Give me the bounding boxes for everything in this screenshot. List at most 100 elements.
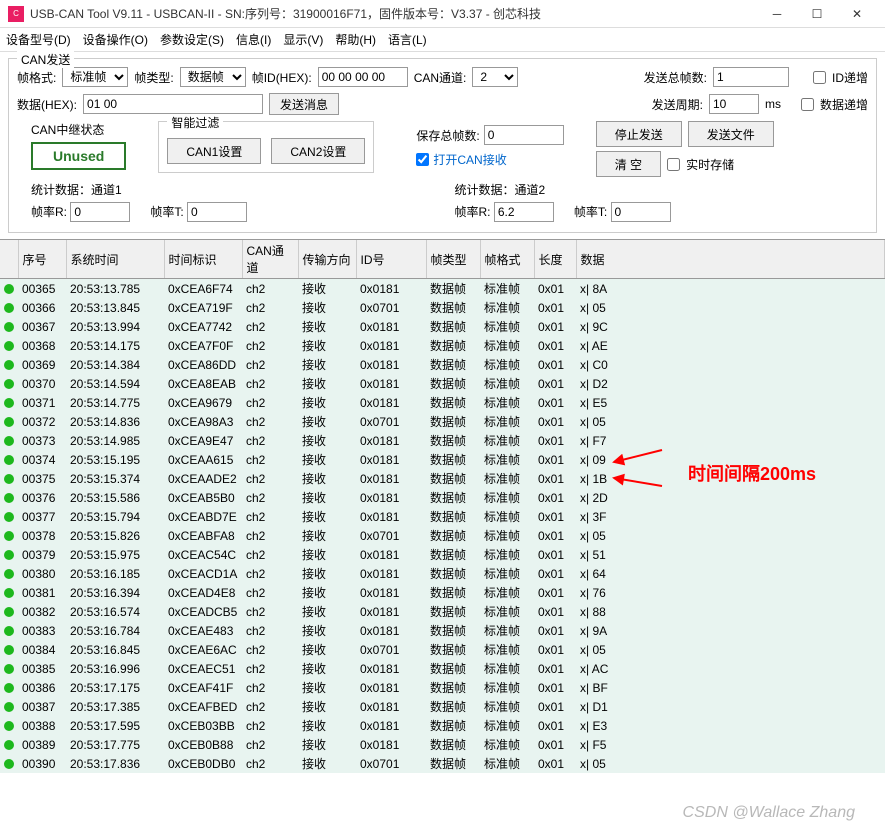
- cell-time: 20:53:14.175: [66, 336, 164, 355]
- table-row[interactable]: 0036720:53:13.9940xCEA7742ch2接收0x0181数据帧…: [0, 317, 885, 336]
- table-row[interactable]: 0038420:53:16.8450xCEAE6ACch2接收0x0701数据帧…: [0, 640, 885, 659]
- table-row[interactable]: 0038220:53:16.5740xCEADCB5ch2接收0x0181数据帧…: [0, 602, 885, 621]
- col-data[interactable]: 数据: [576, 240, 885, 279]
- cell-ffmt: 标准帧: [480, 374, 534, 393]
- col-frametype[interactable]: 帧类型: [426, 240, 480, 279]
- can2-settings-button[interactable]: CAN2设置: [271, 138, 365, 164]
- stop-send-button[interactable]: 停止发送: [596, 121, 682, 147]
- cell-ffmt: 标准帧: [480, 526, 534, 545]
- table-header[interactable]: 序号 系统时间 时间标识 CAN通道 传输方向 ID号 帧类型 帧格式 长度 数…: [0, 240, 885, 279]
- table-row[interactable]: 0038820:53:17.5950xCEB03BBch2接收0x0181数据帧…: [0, 716, 885, 735]
- menu-language[interactable]: 语言(L): [388, 31, 427, 48]
- menu-display[interactable]: 显示(V): [283, 31, 323, 48]
- send-message-button[interactable]: 发送消息: [269, 93, 339, 115]
- col-seq[interactable]: 序号: [18, 240, 66, 279]
- menu-help[interactable]: 帮助(H): [335, 31, 376, 48]
- table-row[interactable]: 0036920:53:14.3840xCEA86DDch2接收0x0181数据帧…: [0, 355, 885, 374]
- cell-dir: 接收: [298, 279, 356, 299]
- status-dot-icon: [4, 664, 14, 674]
- table-row[interactable]: 0036820:53:14.1750xCEA7F0Fch2接收0x0181数据帧…: [0, 336, 885, 355]
- table-row[interactable]: 0036620:53:13.8450xCEA719Fch2接收0x0701数据帧…: [0, 298, 885, 317]
- cell-seq: 00385: [18, 659, 66, 678]
- status-dot-icon: [4, 721, 14, 731]
- open-can-recv-checkbox[interactable]: [416, 153, 429, 166]
- can-send-legend: CAN发送: [17, 51, 74, 68]
- minimize-button[interactable]: ─: [757, 0, 797, 28]
- table-row[interactable]: 0038720:53:17.3850xCEAFBEDch2接收0x0181数据帧…: [0, 697, 885, 716]
- id-increment-checkbox[interactable]: [813, 71, 826, 84]
- realtime-save-checkbox[interactable]: [667, 158, 680, 171]
- col-direction[interactable]: 传输方向: [298, 240, 356, 279]
- cell-len: 0x01: [534, 526, 576, 545]
- cell-ftype: 数据帧: [426, 317, 480, 336]
- table-row[interactable]: 0037220:53:14.8360xCEA98A3ch2接收0x0701数据帧…: [0, 412, 885, 431]
- cell-ts: 0xCEAE6AC: [164, 640, 242, 659]
- col-timestamp[interactable]: 时间标识: [164, 240, 242, 279]
- cell-ts: 0xCEB0B88: [164, 735, 242, 754]
- table-row[interactable]: 0037720:53:15.7940xCEABD7Ech2接收0x0181数据帧…: [0, 507, 885, 526]
- table-row[interactable]: 0038520:53:16.9960xCEAEC51ch2接收0x0181数据帧…: [0, 659, 885, 678]
- table-row[interactable]: 0037120:53:14.7750xCEA9679ch2接收0x0181数据帧…: [0, 393, 885, 412]
- table-row[interactable]: 0037820:53:15.8260xCEABFA8ch2接收0x0701数据帧…: [0, 526, 885, 545]
- status-dot-icon: [4, 645, 14, 655]
- ch2-rate-r-label: 帧率R:: [455, 205, 491, 219]
- maximize-button[interactable]: ☐: [797, 0, 837, 28]
- cell-ch: ch2: [242, 393, 298, 412]
- status-dot-icon: [4, 512, 14, 522]
- table-row[interactable]: 0037620:53:15.5860xCEAB5B0ch2接收0x0181数据帧…: [0, 488, 885, 507]
- table-row[interactable]: 0038120:53:16.3940xCEAD4E8ch2接收0x0181数据帧…: [0, 583, 885, 602]
- menu-info[interactable]: 信息(I): [236, 31, 271, 48]
- channel-select[interactable]: 2: [472, 67, 518, 87]
- cell-ch: ch2: [242, 678, 298, 697]
- cell-len: 0x01: [534, 659, 576, 678]
- menu-params[interactable]: 参数设定(S): [160, 31, 224, 48]
- data-hex-input[interactable]: [83, 94, 263, 114]
- table-row[interactable]: 0038620:53:17.1750xCEAF41Fch2接收0x0181数据帧…: [0, 678, 885, 697]
- table-row[interactable]: 0037320:53:14.9850xCEA9E47ch2接收0x0181数据帧…: [0, 431, 885, 450]
- table-row[interactable]: 0038920:53:17.7750xCEB0B88ch2接收0x0181数据帧…: [0, 735, 885, 754]
- send-total-input[interactable]: [713, 67, 789, 87]
- table-row[interactable]: 0037920:53:15.9750xCEAC54Cch2接收0x0181数据帧…: [0, 545, 885, 564]
- cell-ts: 0xCEABFA8: [164, 526, 242, 545]
- cell-id: 0x0701: [356, 640, 426, 659]
- send-file-button[interactable]: 发送文件: [688, 121, 774, 147]
- menubar: 设备型号(D) 设备操作(O) 参数设定(S) 信息(I) 显示(V) 帮助(H…: [0, 28, 885, 52]
- send-period-input[interactable]: [709, 94, 759, 114]
- data-increment-checkbox[interactable]: [801, 98, 814, 111]
- data-hex-label: 数据(HEX):: [17, 96, 77, 113]
- col-systime[interactable]: 系统时间: [66, 240, 164, 279]
- cell-id: 0x0181: [356, 279, 426, 299]
- cell-data: x| 05: [576, 412, 885, 431]
- table-row[interactable]: 0037020:53:14.5940xCEA8EABch2接收0x0181数据帧…: [0, 374, 885, 393]
- frame-type-select[interactable]: 数据帧: [180, 67, 246, 87]
- col-channel[interactable]: CAN通道: [242, 240, 298, 279]
- table-row[interactable]: 0036520:53:13.7850xCEA6F74ch2接收0x0181数据帧…: [0, 279, 885, 299]
- cell-data: x| 05: [576, 298, 885, 317]
- cell-ch: ch2: [242, 450, 298, 469]
- table-row[interactable]: 0039020:53:17.8360xCEB0DB0ch2接收0x0701数据帧…: [0, 754, 885, 773]
- can1-settings-button[interactable]: CAN1设置: [167, 138, 261, 164]
- cell-data: x| AC: [576, 659, 885, 678]
- cell-data: x| BF: [576, 678, 885, 697]
- cell-data: x| 88: [576, 602, 885, 621]
- menu-device-model[interactable]: 设备型号(D): [6, 31, 71, 48]
- col-status[interactable]: [0, 240, 18, 279]
- cell-data: x| E3: [576, 716, 885, 735]
- cell-ftype: 数据帧: [426, 507, 480, 526]
- cell-id: 0x0181: [356, 621, 426, 640]
- col-frameformat[interactable]: 帧格式: [480, 240, 534, 279]
- send-total-label: 发送总帧数:: [644, 69, 707, 86]
- frame-format-select[interactable]: 标准帧: [62, 67, 128, 87]
- cell-seq: 00370: [18, 374, 66, 393]
- col-id[interactable]: ID号: [356, 240, 426, 279]
- menu-device-op[interactable]: 设备操作(O): [83, 31, 148, 48]
- col-length[interactable]: 长度: [534, 240, 576, 279]
- table-body[interactable]: 0036520:53:13.7850xCEA6F74ch2接收0x0181数据帧…: [0, 279, 885, 774]
- table-row[interactable]: 0038020:53:16.1850xCEACD1Ach2接收0x0181数据帧…: [0, 564, 885, 583]
- cell-ffmt: 标准帧: [480, 564, 534, 583]
- table-row[interactable]: 0038320:53:16.7840xCEAE483ch2接收0x0181数据帧…: [0, 621, 885, 640]
- close-button[interactable]: ✕: [837, 0, 877, 28]
- cell-ts: 0xCEA86DD: [164, 355, 242, 374]
- clear-button[interactable]: 清 空: [596, 151, 661, 177]
- frame-id-input[interactable]: [318, 67, 408, 87]
